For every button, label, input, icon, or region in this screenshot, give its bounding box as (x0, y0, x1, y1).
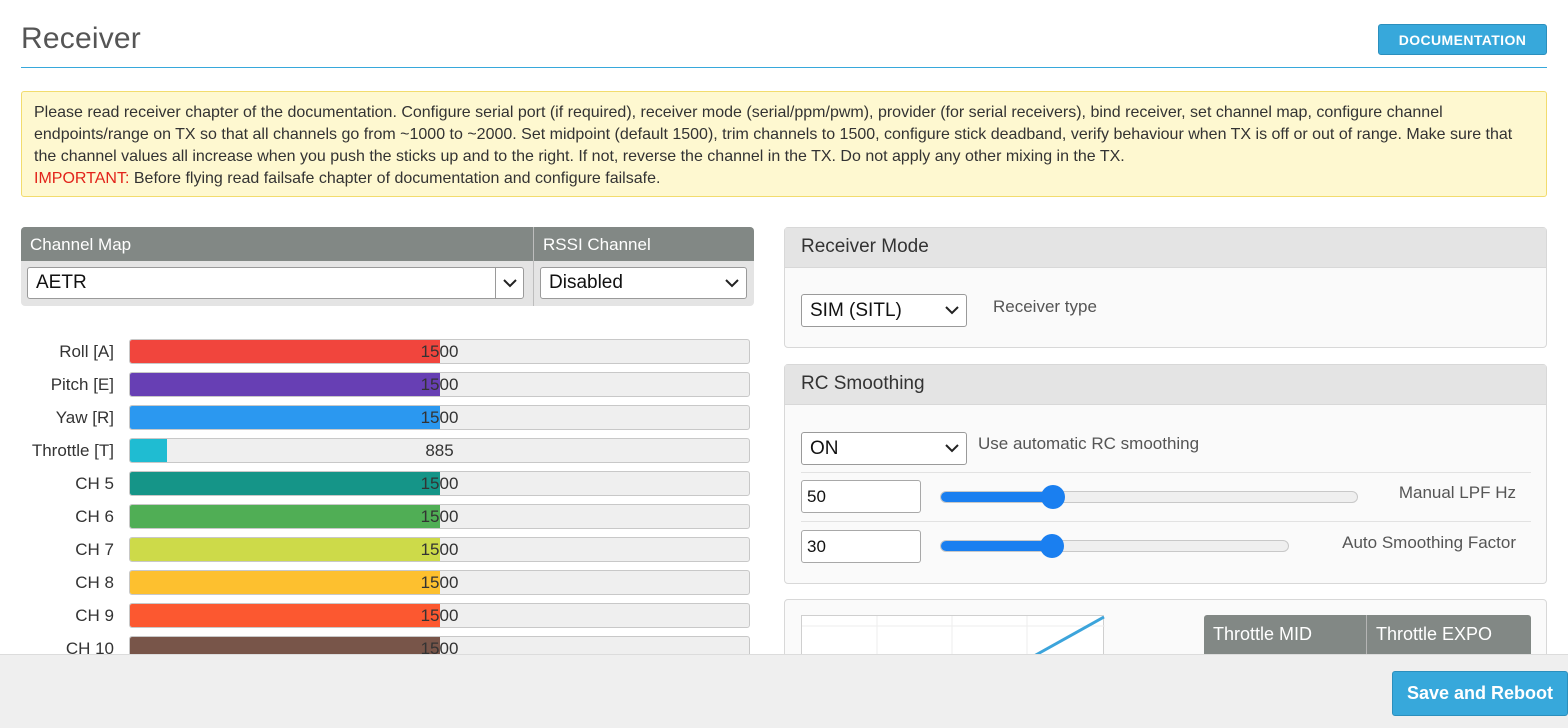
channel-value: 1500 (420, 408, 459, 427)
channel-label: Pitch [E] (50, 375, 114, 394)
channel-value: 1500 (420, 474, 459, 493)
manual-lpf-label: Manual LPF Hz (1398, 483, 1516, 502)
channel-bar: 1500 (129, 405, 750, 430)
receiver-page: Receiver DOCUMENTATION Please read recei… (0, 0, 1568, 728)
channel-label: CH 9 (75, 606, 114, 625)
receiver-type-label: Receiver type (993, 297, 1097, 316)
row-divider (801, 521, 1531, 522)
rssi-channel-heading: RSSI Channel (543, 235, 651, 254)
channel-map-input[interactable]: AETR (27, 267, 524, 299)
channel-label: CH 6 (75, 507, 114, 526)
channel-value: 1500 (420, 606, 459, 625)
channel-value: 1500 (420, 540, 459, 559)
chevron-down-icon (938, 295, 966, 326)
chevron-down-icon[interactable] (495, 268, 523, 298)
channel-map-panel: Channel Map RSSI Channel AETR Disabled (21, 227, 754, 306)
channel-bar: 1500 (129, 504, 750, 529)
rc-smoothing-panel: RC Smoothing ON Use automatic RC smoothi… (784, 364, 1547, 584)
channel-bar: 885 (129, 438, 750, 463)
manual-lpf-slider-fill (941, 492, 1054, 502)
channel-label: Roll [A] (59, 342, 114, 361)
throttle-curve-line (1033, 615, 1105, 658)
row-divider (801, 472, 1531, 473)
channel-bar: 1500 (129, 603, 750, 628)
channel-bar: 1500 (129, 537, 750, 562)
channel-map-heading: Channel Map (30, 235, 132, 254)
chevron-down-icon (718, 268, 746, 298)
page-title: Receiver (21, 22, 141, 55)
channel-bar: 1500 (129, 570, 750, 595)
note-important-label: IMPORTANT: (34, 170, 130, 187)
channel-label: CH 7 (75, 540, 114, 559)
auto-smoothing-slider[interactable] (940, 534, 1289, 558)
documentation-button[interactable]: DOCUMENTATION (1378, 24, 1547, 55)
save-and-reboot-button[interactable]: Save and Reboot (1392, 671, 1568, 716)
bottom-toolbar: Save and Reboot (0, 654, 1568, 728)
auto-smoothing-label: Auto Smoothing Factor (1342, 533, 1516, 552)
rc-smoothing-select[interactable]: ON (801, 432, 967, 465)
manual-lpf-slider[interactable] (940, 485, 1358, 509)
throttle-mid-heading: Throttle MID (1213, 624, 1313, 644)
throttle-table-header: Throttle MID Throttle EXPO (1204, 615, 1531, 655)
rssi-channel-select[interactable]: Disabled (540, 267, 747, 299)
receiver-mode-title: Receiver Mode (785, 228, 1546, 268)
channel-value: 1500 (420, 375, 459, 394)
channel-bar: 1500 (129, 471, 750, 496)
channel-bar: 1500 (129, 372, 750, 397)
note-important-text: Before flying read failsafe chapter of d… (129, 170, 661, 187)
rc-smoothing-value: ON (810, 437, 839, 459)
manual-lpf-input[interactable]: 50 (801, 480, 921, 513)
channel-value: 885 (425, 441, 454, 460)
channel-label: CH 5 (75, 474, 114, 493)
rssi-channel-value: Disabled (549, 272, 623, 293)
rc-smoothing-label: Use automatic RC smoothing (978, 434, 1200, 453)
note-text: Please read receiver chapter of the docu… (34, 104, 1513, 165)
column-divider (1366, 615, 1367, 655)
rc-smoothing-title: RC Smoothing (785, 365, 1546, 405)
channel-value: 1500 (420, 342, 459, 361)
auto-smoothing-slider-fill (941, 541, 1053, 551)
channel-label: CH 8 (75, 573, 114, 592)
manual-lpf-slider-handle[interactable] (1041, 485, 1066, 509)
channel-value: 1500 (420, 507, 459, 526)
channel-map-header: Channel Map RSSI Channel (21, 227, 754, 261)
auto-smoothing-input[interactable]: 30 (801, 530, 921, 563)
channel-bar: 1500 (129, 339, 750, 364)
chevron-down-icon (938, 433, 966, 464)
page-header: Receiver DOCUMENTATION (21, 0, 1547, 68)
channel-label: Yaw [R] (55, 408, 114, 427)
info-note: Please read receiver chapter of the docu… (21, 91, 1547, 197)
channel-value: 1500 (420, 573, 459, 592)
channel-label: Throttle [T] (31, 441, 114, 460)
throttle-expo-heading: Throttle EXPO (1376, 624, 1493, 644)
receiver-mode-panel: Receiver Mode SIM (SITL) Receiver type (784, 227, 1547, 348)
column-divider (533, 227, 534, 306)
channel-map-value: AETR (36, 272, 87, 293)
receiver-type-value: SIM (SITL) (810, 299, 902, 321)
auto-smoothing-slider-handle[interactable] (1040, 534, 1065, 558)
receiver-type-select[interactable]: SIM (SITL) (801, 294, 967, 327)
